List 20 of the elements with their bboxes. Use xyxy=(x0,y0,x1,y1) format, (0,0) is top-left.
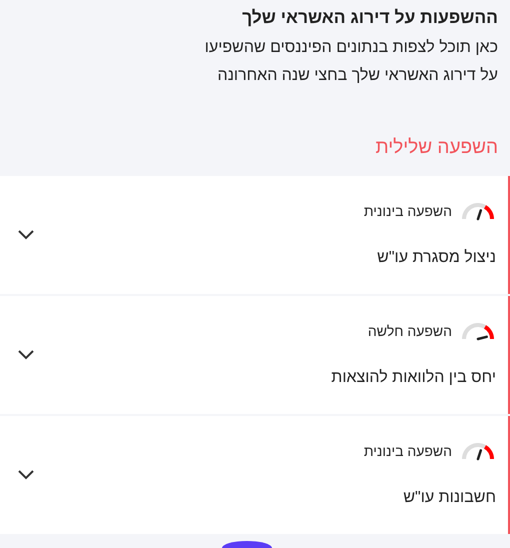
impact-level: השפעה בינונית xyxy=(364,442,452,460)
impact-level: השפעה חלשה xyxy=(368,322,452,340)
chevron-down-icon[interactable] xyxy=(16,469,36,481)
page-title: ההשפעות על דירוג האשראי שלך xyxy=(241,6,498,28)
factor-name: יחס בין הלוואות להוצאות xyxy=(331,368,496,388)
impact-card[interactable]: השפעה בינונית חשבונות עו"ש xyxy=(0,416,510,534)
factor-name: חשבונות עו"ש xyxy=(402,488,496,508)
chevron-down-icon[interactable] xyxy=(16,229,36,241)
description-text: על דירוג האשראי שלך בחצי שנה האחרונה xyxy=(216,66,498,86)
floating-action-button[interactable] xyxy=(222,541,272,548)
description-text: כאן תוכל לצפות בנתונים הפיננסים שהשפיעו xyxy=(204,38,498,58)
impact-level: השפעה בינונית xyxy=(364,202,452,220)
impact-card[interactable]: השפעה חלשה יחס בין הלוואות להוצאות xyxy=(0,296,510,414)
chevron-down-icon[interactable] xyxy=(16,349,36,361)
section-title: השפעה שלילית xyxy=(374,136,498,160)
impact-card[interactable]: השפעה בינונית ניצול מסגרת עו"ש xyxy=(0,176,510,294)
factor-name: ניצול מסגרת עו"ש xyxy=(376,248,496,268)
gauge-icon xyxy=(460,320,496,342)
gauge-icon xyxy=(460,440,496,462)
gauge-icon xyxy=(460,200,496,222)
